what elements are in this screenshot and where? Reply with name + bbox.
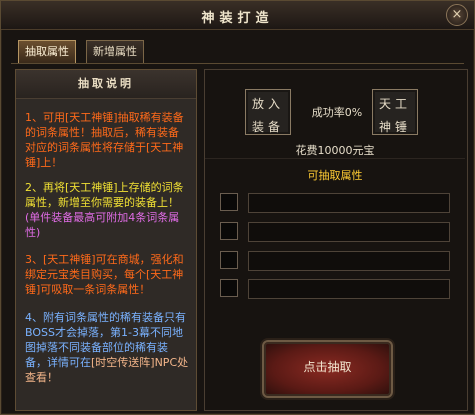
attribute-checkbox[interactable] — [220, 279, 238, 297]
success-rate: 成功率0% — [311, 106, 363, 119]
equipment-slot[interactable]: 放入 装备 — [245, 89, 291, 135]
window-title: 神装打造 — [201, 11, 274, 26]
attribute-checkbox[interactable] — [220, 251, 238, 269]
cost-text: 花费10000元宝 — [295, 144, 375, 157]
available-attributes-title: 可抽取属性 — [307, 169, 363, 182]
hammer-slot-label-2: 神锤 — [378, 120, 411, 134]
instruction-3: 3、[天工神锤]可在商城，强化和绑定元宝类目购买，每个[天工神锤]可吸取一条词条… — [25, 253, 184, 296]
attribute-row — [220, 222, 450, 242]
attribute-field — [248, 222, 450, 242]
attribute-checkbox[interactable] — [220, 222, 238, 240]
instruction-2: 2、再将[天工神锤]上存储的词条属性，新增至你需要的装备上！(单件装备最高可附加… — [25, 180, 189, 240]
close-icon[interactable]: × — [446, 4, 468, 26]
attribute-field — [248, 193, 450, 213]
tab-extract-attributes[interactable]: 抽取属性 — [18, 40, 76, 64]
forge-window: 神装打造 × 抽取属性 新增属性 抽取说明 1、可用[天工神锤]抽取稀有装备的词… — [0, 0, 475, 415]
instruction-2-note: (单件装备最高可附加4条词条属性) — [25, 211, 180, 239]
attribute-row — [220, 279, 450, 299]
attribute-row — [220, 193, 450, 213]
title-bar: 神装打造 × — [1, 1, 474, 30]
hammer-slot[interactable]: 天工 神锤 — [372, 89, 418, 135]
forge-panel: 放入 装备 成功率0% 天工 神锤 花费10000元宝 可抽取属性 点击抽取 — [204, 69, 468, 411]
instructions-panel: 抽取说明 1、可用[天工神锤]抽取稀有装备的词条属性！抽取后，稀有装备对应的词条… — [15, 69, 197, 411]
equipment-slot-label-2: 装备 — [251, 120, 284, 134]
attribute-checkbox[interactable] — [220, 193, 238, 211]
instruction-1: 1、可用[天工神锤]抽取稀有装备的词条属性！抽取后，稀有装备对应的词条属性将存储… — [25, 111, 184, 169]
extract-button[interactable]: 点击抽取 — [262, 340, 393, 398]
tab-add-attributes[interactable]: 新增属性 — [86, 40, 144, 64]
instruction-4: 4、附有词条属性的稀有装备只有BOSS才会掉落，第1-3幕不同地图掉落不同装备部… — [25, 310, 189, 385]
tab-divider — [11, 63, 464, 64]
hammer-slot-label-1: 天工 — [378, 97, 411, 111]
section-divider — [205, 158, 465, 159]
attribute-row — [220, 251, 450, 271]
instruction-2-main: 2、再将[天工神锤]上存储的词条属性，新增至你需要的装备上！ — [25, 181, 184, 209]
attribute-field — [248, 251, 450, 271]
attribute-field — [248, 279, 450, 299]
equipment-slot-label-1: 放入 — [251, 97, 284, 111]
instructions-header: 抽取说明 — [16, 70, 196, 99]
